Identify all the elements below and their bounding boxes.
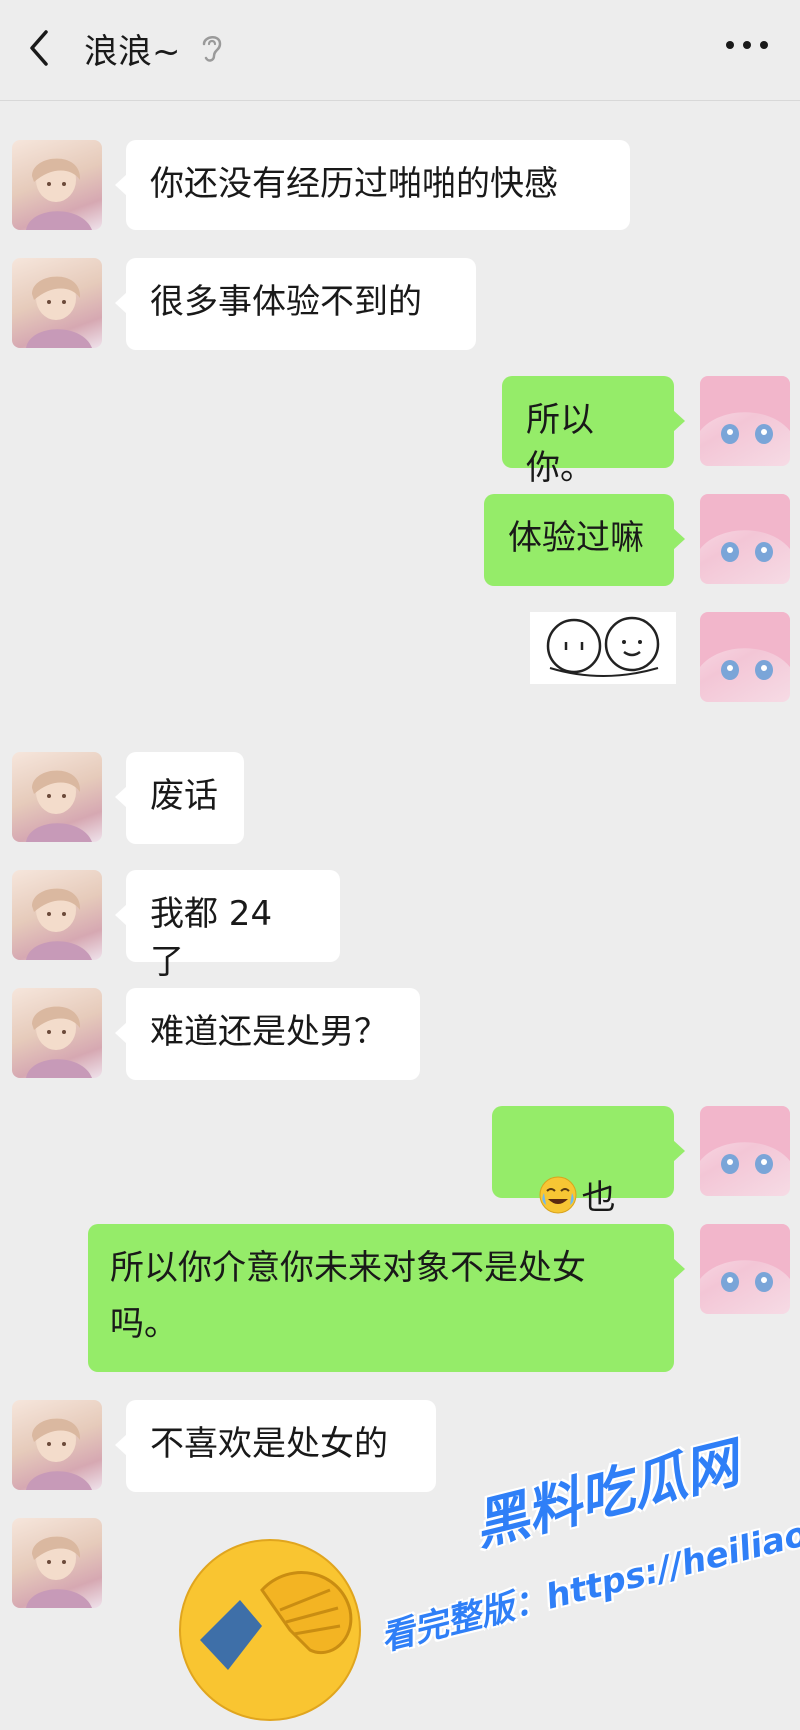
facepalm-emoji[interactable] bbox=[170, 1530, 370, 1730]
contact-avatar[interactable] bbox=[12, 1400, 102, 1490]
two-faces-sticker[interactable] bbox=[530, 612, 676, 684]
message-bubble-incoming[interactable]: 难道还是处男？ bbox=[115, 988, 420, 1080]
my-avatar[interactable] bbox=[700, 612, 790, 702]
message-bubble-outgoing[interactable]: 也对。 bbox=[492, 1106, 685, 1266]
more-dots-icon bbox=[726, 41, 768, 49]
chat-title: 浪浪~ bbox=[84, 32, 181, 72]
more-options-button[interactable] bbox=[722, 30, 772, 60]
my-avatar[interactable] bbox=[700, 1106, 790, 1196]
message-bubble-outgoing[interactable]: 所以你。 bbox=[502, 376, 685, 488]
chat-header: 浪浪~ bbox=[0, 0, 800, 101]
back-button[interactable] bbox=[22, 26, 62, 70]
contact-avatar[interactable] bbox=[12, 752, 102, 842]
contact-avatar[interactable] bbox=[12, 870, 102, 960]
message-bubble-incoming[interactable]: 我都 24 了 bbox=[115, 870, 340, 982]
my-avatar[interactable] bbox=[700, 1224, 790, 1314]
message-bubble-incoming[interactable]: 你还没有经历过啪啪的快感 bbox=[115, 140, 630, 230]
message-bubble-incoming[interactable]: 不喜欢是处女的 bbox=[115, 1400, 436, 1492]
message-bubble-incoming[interactable]: 废话 bbox=[115, 752, 244, 844]
contact-avatar[interactable] bbox=[12, 258, 102, 348]
message-bubble-outgoing[interactable]: 体验过嘛 bbox=[484, 494, 685, 586]
ear-icon bbox=[202, 36, 222, 62]
crying-laughing-emoji bbox=[539, 1176, 577, 1214]
contact-avatar[interactable] bbox=[12, 140, 102, 230]
my-avatar[interactable] bbox=[700, 376, 790, 466]
contact-avatar[interactable] bbox=[12, 1518, 102, 1608]
message-bubble-incoming[interactable]: 很多事体验不到的 bbox=[115, 258, 476, 350]
message-bubble-outgoing[interactable]: 所以你介意你未来对象不是处女吗。 bbox=[88, 1224, 685, 1372]
contact-avatar[interactable] bbox=[12, 988, 102, 1078]
chevron-left-icon bbox=[30, 30, 48, 66]
my-avatar[interactable] bbox=[700, 494, 790, 584]
